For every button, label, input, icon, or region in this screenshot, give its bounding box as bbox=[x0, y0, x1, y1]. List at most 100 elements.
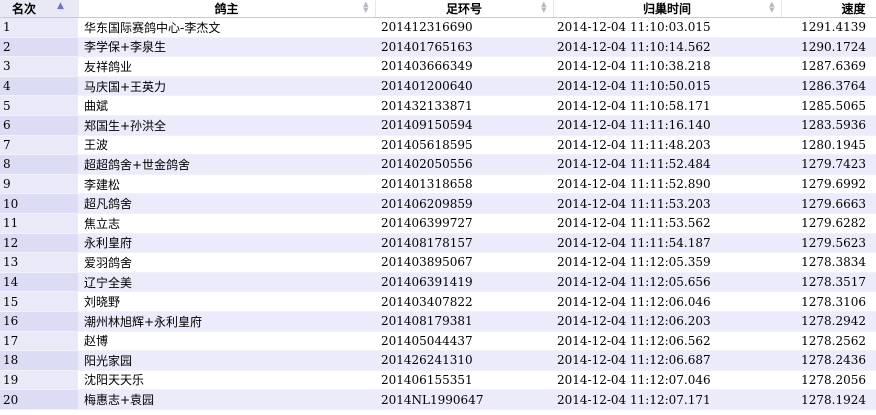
cell-speed: 1283.5936 bbox=[781, 115, 876, 136]
cell-ring: 201405044437 bbox=[375, 331, 553, 352]
cell-ring: 201408178157 bbox=[375, 233, 553, 254]
column-header-rank[interactable]: 名次 ▲ bbox=[0, 0, 79, 18]
cell-speed: 1278.3517 bbox=[781, 272, 876, 293]
cell-speed: 1280.1945 bbox=[781, 135, 876, 156]
cell-time: 2014-12-04 11:10:03.015 bbox=[553, 17, 781, 38]
cell-time: 2014-12-04 11:11:48.203 bbox=[553, 135, 781, 156]
cell-speed: 1278.3834 bbox=[781, 252, 876, 273]
cell-owner: 刘晓野 bbox=[78, 291, 375, 312]
cell-rank: 20 bbox=[0, 389, 78, 410]
table-row[interactable]: 2 李学保+李泉生 201401765163 2014-12-04 11:10:14.… bbox=[0, 37, 876, 58]
cell-rank: 18 bbox=[0, 350, 78, 371]
cell-ring: 201403666349 bbox=[375, 56, 553, 77]
cell-rank: 5 bbox=[0, 95, 78, 116]
cell-owner: 李建松 bbox=[78, 174, 375, 195]
table-row[interactable]: 20 梅惠志+袁园 2014NL1990647 2014-12-04 11:12:07… bbox=[0, 389, 876, 410]
sort-icon[interactable]: ▲ ▼ bbox=[541, 1, 546, 14]
cell-speed: 1290.1724 bbox=[781, 37, 876, 58]
cell-owner: 沈阳天天乐 bbox=[78, 370, 375, 391]
cell-speed: 1278.1924 bbox=[781, 389, 876, 410]
cell-ring: 201403895067 bbox=[375, 252, 553, 273]
table-row[interactable]: 7 王波 201405618595 2014-12-04 11:11:48.203 12… bbox=[0, 135, 876, 156]
cell-time: 2014-12-04 11:11:16.140 bbox=[553, 115, 781, 136]
cell-speed: 1279.6663 bbox=[781, 193, 876, 214]
cell-rank: 8 bbox=[0, 154, 78, 175]
table-row[interactable]: 6 郑国生+孙洪全 201409150594 2014-12-04 11:11:16.… bbox=[0, 115, 876, 136]
table-row[interactable]: 17 赵博 201405044437 2014-12-04 11:12:06.562 1… bbox=[0, 331, 876, 352]
cell-rank: 4 bbox=[0, 76, 78, 97]
column-header-owner[interactable]: 鸽主 ▲ ▼ bbox=[78, 0, 376, 18]
column-header-rank-label: 名次 bbox=[12, 2, 37, 16]
cell-ring: 201401318658 bbox=[375, 174, 553, 195]
cell-owner: 马庆国+王英力 bbox=[78, 76, 375, 97]
column-header-ring[interactable]: 足环号 ▲ ▼ bbox=[375, 0, 554, 18]
cell-ring: 201401765163 bbox=[375, 37, 553, 58]
table-row[interactable]: 1 华东国际赛鸽中心-李杰文 201412316690 2014-12-04 11:1… bbox=[0, 17, 876, 38]
cell-speed: 1278.2056 bbox=[781, 370, 876, 391]
table-row[interactable]: 3 友祥鸽业 201403666349 2014-12-04 11:10:38.218… bbox=[0, 56, 876, 77]
cell-rank: 17 bbox=[0, 331, 78, 352]
table-row[interactable]: 19 沈阳天天乐 201406155351 2014-12-04 11:12:07.0… bbox=[0, 370, 876, 391]
table-row[interactable]: 13 爱羽鸽舍 201403895067 2014-12-04 11:12:05.35… bbox=[0, 252, 876, 273]
cell-speed: 1278.3106 bbox=[781, 291, 876, 312]
cell-speed: 1279.5623 bbox=[781, 233, 876, 254]
cell-owner: 曲斌 bbox=[78, 95, 375, 116]
table-row[interactable]: 9 李建松 201401318658 2014-12-04 11:11:52.890 1… bbox=[0, 174, 876, 195]
table-row[interactable]: 11 焦立志 201406399727 2014-12-04 11:11:53.562… bbox=[0, 213, 876, 234]
table-row[interactable]: 10 超凡鸽舍 201406209859 2014-12-04 11:11:53.20… bbox=[0, 193, 876, 214]
sort-icon[interactable]: ▲ ▼ bbox=[363, 1, 368, 14]
cell-rank: 6 bbox=[0, 115, 78, 136]
cell-speed: 1278.2436 bbox=[781, 350, 876, 371]
cell-ring: 201401200640 bbox=[375, 76, 553, 97]
cell-time: 2014-12-04 11:12:05.656 bbox=[553, 272, 781, 293]
cell-time: 2014-12-04 11:12:06.046 bbox=[553, 291, 781, 312]
cell-owner: 焦立志 bbox=[78, 213, 375, 234]
cell-owner: 赵博 bbox=[78, 331, 375, 352]
table-row[interactable]: 16 潮州林旭辉+永利皇府 201408179381 2014-12-04 11:12… bbox=[0, 311, 876, 332]
cell-time: 2014-12-04 11:11:52.890 bbox=[553, 174, 781, 195]
sort-icon[interactable]: ▲ ▼ bbox=[769, 1, 774, 14]
cell-ring: 201412316690 bbox=[375, 17, 553, 38]
cell-time: 2014-12-04 11:12:07.171 bbox=[553, 389, 781, 410]
cell-time: 2014-12-04 11:10:14.562 bbox=[553, 37, 781, 58]
cell-ring: 201432133871 bbox=[375, 95, 553, 116]
column-header-ring-label: 足环号 bbox=[445, 2, 482, 16]
sort-ascending-icon[interactable]: ▲ bbox=[57, 1, 64, 11]
cell-owner: 李学保+李泉生 bbox=[78, 37, 375, 58]
cell-rank: 12 bbox=[0, 233, 78, 254]
results-table: 名次 ▲ 鸽主 ▲ ▼ 足环号 ▲ ▼ 归巢时间 ▲ ▼ 速度 1 华东国际赛鸽中心-李… bbox=[0, 0, 876, 410]
cell-ring: 201406391419 bbox=[375, 272, 553, 293]
cell-time: 2014-12-04 11:11:53.203 bbox=[553, 193, 781, 214]
cell-owner: 郑国生+孙洪全 bbox=[78, 115, 375, 136]
column-header-time-label: 归巢时间 bbox=[642, 2, 691, 16]
cell-rank: 10 bbox=[0, 193, 78, 214]
table-row[interactable]: 12 永利皇府 201408178157 2014-12-04 11:11:54.18… bbox=[0, 233, 876, 254]
cell-speed: 1285.5065 bbox=[781, 95, 876, 116]
table-row[interactable]: 5 曲斌 201432133871 2014-12-04 11:10:58.171 12… bbox=[0, 95, 876, 116]
cell-owner: 华东国际赛鸽中心-李杰文 bbox=[78, 17, 375, 38]
table-row[interactable]: 14 辽宁全美 201406391419 2014-12-04 11:12:05.65… bbox=[0, 272, 876, 293]
table-header: 名次 ▲ 鸽主 ▲ ▼ 足环号 ▲ ▼ 归巢时间 ▲ ▼ 速度 bbox=[0, 0, 876, 18]
cell-speed: 1279.6282 bbox=[781, 213, 876, 234]
column-header-speed[interactable]: 速度 bbox=[781, 0, 876, 18]
cell-rank: 11 bbox=[0, 213, 78, 234]
table-row[interactable]: 8 超超鸽舍+世金鸽舍 201402050556 2014-12-04 11:11:5… bbox=[0, 154, 876, 175]
cell-time: 2014-12-04 11:12:07.046 bbox=[553, 370, 781, 391]
cell-speed: 1278.2942 bbox=[781, 311, 876, 332]
cell-time: 2014-12-04 11:11:54.187 bbox=[553, 233, 781, 254]
cell-rank: 2 bbox=[0, 37, 78, 58]
cell-speed: 1291.4139 bbox=[781, 17, 876, 38]
table-row[interactable]: 15 刘晓野 201403407822 2014-12-04 11:12:06.046… bbox=[0, 291, 876, 312]
column-header-time[interactable]: 归巢时间 ▲ ▼ bbox=[553, 0, 782, 18]
cell-owner: 永利皇府 bbox=[78, 233, 375, 254]
cell-time: 2014-12-04 11:10:50.015 bbox=[553, 76, 781, 97]
table-row[interactable]: 4 马庆国+王英力 201401200640 2014-12-04 11:10:50.… bbox=[0, 76, 876, 97]
cell-owner: 爱羽鸽舍 bbox=[78, 252, 375, 273]
cell-ring: 201403407822 bbox=[375, 291, 553, 312]
cell-time: 2014-12-04 11:12:06.562 bbox=[553, 331, 781, 352]
cell-speed: 1279.7423 bbox=[781, 154, 876, 175]
table-row[interactable]: 18 阳光家园 201426241310 2014-12-04 11:12:06.68… bbox=[0, 350, 876, 371]
cell-ring: 2014NL1990647 bbox=[375, 389, 553, 410]
cell-owner: 超凡鸽舍 bbox=[78, 193, 375, 214]
cell-ring: 201402050556 bbox=[375, 154, 553, 175]
